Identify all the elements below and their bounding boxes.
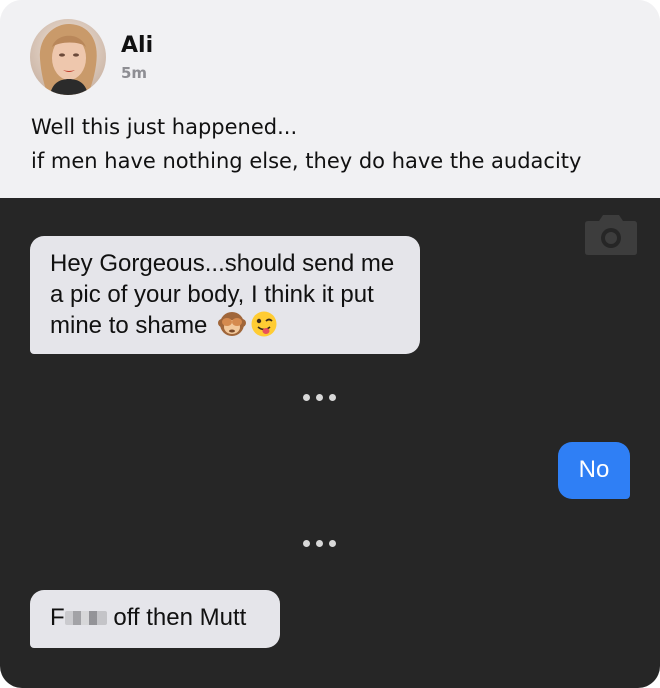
message-text-prefix: F: [50, 604, 65, 631]
typing-dot: [329, 540, 336, 547]
social-post-card: Ali 5m Well this just happened... if men…: [0, 0, 660, 688]
typing-indicator: [303, 540, 336, 547]
censored-word-blur: [64, 611, 107, 625]
chat-screenshot: Hey Gorgeous...should send me a pic of y…: [0, 198, 660, 688]
post-timestamp: 5m: [121, 64, 148, 82]
typing-dot: [329, 394, 336, 401]
post-caption-line-1: Well this just happened...: [31, 115, 298, 139]
typing-dot: [303, 540, 310, 547]
message-text: No: [578, 456, 610, 483]
post-caption: Well this just happened... if men have n…: [31, 110, 581, 178]
sent-message-bubble: No: [558, 442, 630, 499]
post-header: Ali 5m Well this just happened... if men…: [0, 0, 660, 198]
see-no-evil-monkey-icon: [218, 310, 247, 338]
received-message-bubble: Hey Gorgeous...should send me a pic of y…: [30, 236, 420, 354]
post-caption-line-2: if men have nothing else, they do have t…: [31, 149, 582, 173]
camera-icon: [581, 214, 641, 258]
typing-dot: [303, 394, 310, 401]
typing-dot: [316, 394, 323, 401]
avatar[interactable]: [30, 19, 106, 95]
typing-dot: [316, 540, 323, 547]
received-message-bubble: F off then Mutt: [30, 590, 280, 648]
message-text-suffix: off then Mutt: [106, 604, 247, 631]
typing-indicator: [303, 394, 336, 401]
author-name[interactable]: Ali: [121, 31, 153, 61]
winking-face-with-tongue-icon: [250, 310, 278, 338]
